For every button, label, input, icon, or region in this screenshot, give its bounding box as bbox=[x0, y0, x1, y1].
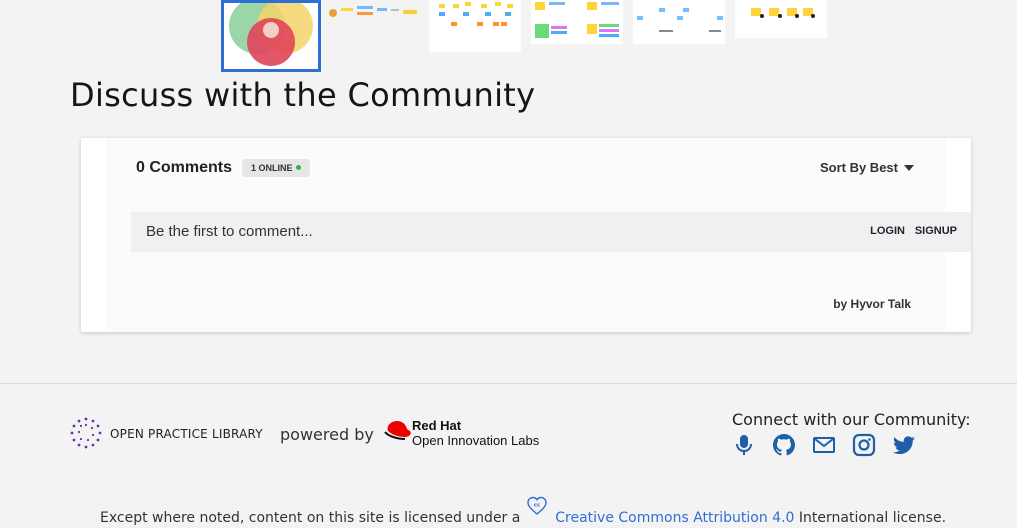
thumbnail-strip bbox=[0, 0, 1017, 72]
signup-button[interactable]: SIGNUP bbox=[915, 225, 957, 237]
connect-label: Connect with our Community: bbox=[732, 410, 971, 429]
license-notice: Except where noted, content on this site… bbox=[100, 496, 946, 526]
thumbnail-notes[interactable] bbox=[735, 0, 827, 38]
twitter-icon[interactable] bbox=[892, 433, 916, 457]
github-icon[interactable] bbox=[772, 433, 796, 457]
online-label: 1 ONLINE bbox=[251, 163, 293, 173]
comment-input[interactable]: Be the first to comment... LOGIN SIGNUP bbox=[131, 212, 971, 252]
comments-panel: 0 Comments 1 ONLINE Sort By Best Be the … bbox=[106, 138, 971, 332]
online-badge: 1 ONLINE bbox=[242, 159, 310, 177]
license-link[interactable]: Creative Commons Attribution 4.0 bbox=[555, 510, 794, 526]
redhat-subtitle[interactable]: Open Innovation Labs bbox=[412, 433, 539, 448]
caret-down-icon bbox=[904, 165, 914, 171]
thumbnail-kanban[interactable] bbox=[531, 0, 623, 44]
comment-count: 0 Comments bbox=[136, 159, 233, 176]
comment-placeholder: Be the first to comment... bbox=[146, 223, 313, 240]
hyvor-talk-link[interactable]: by Hyvor Talk bbox=[833, 297, 911, 311]
redhat-name[interactable]: Red Hat bbox=[412, 418, 461, 433]
license-suffix: International license. bbox=[798, 510, 947, 526]
mail-icon[interactable] bbox=[812, 433, 836, 457]
redhat-logo-icon[interactable] bbox=[383, 417, 413, 443]
open-practice-library-logo-icon[interactable] bbox=[69, 416, 103, 450]
powered-by-label: powered by bbox=[280, 425, 374, 444]
thumbnail-venn[interactable] bbox=[221, 0, 321, 72]
login-button[interactable]: LOGIN bbox=[870, 225, 905, 237]
svg-text:cc: cc bbox=[534, 503, 541, 509]
instagram-icon[interactable] bbox=[852, 433, 876, 457]
creative-commons-heart-icon: cc bbox=[527, 496, 547, 515]
thumbnail-grid[interactable] bbox=[429, 0, 521, 52]
sort-dropdown[interactable]: Sort By Best bbox=[820, 160, 914, 175]
thumbnail-diagram[interactable] bbox=[633, 0, 725, 44]
license-prefix: Except where noted, content on this site… bbox=[100, 510, 521, 526]
comments-widget: 0 Comments 1 ONLINE Sort By Best Be the … bbox=[81, 138, 971, 332]
thumbnail-flow[interactable] bbox=[325, 0, 421, 22]
microphone-icon[interactable] bbox=[732, 433, 756, 457]
online-dot-icon bbox=[295, 165, 301, 170]
footer-divider bbox=[0, 383, 1017, 384]
page-title: Discuss with the Community bbox=[70, 76, 536, 114]
open-practice-library-label[interactable]: OPEN PRACTICE LIBRARY bbox=[110, 427, 263, 441]
sort-label: Sort By Best bbox=[819, 160, 898, 175]
